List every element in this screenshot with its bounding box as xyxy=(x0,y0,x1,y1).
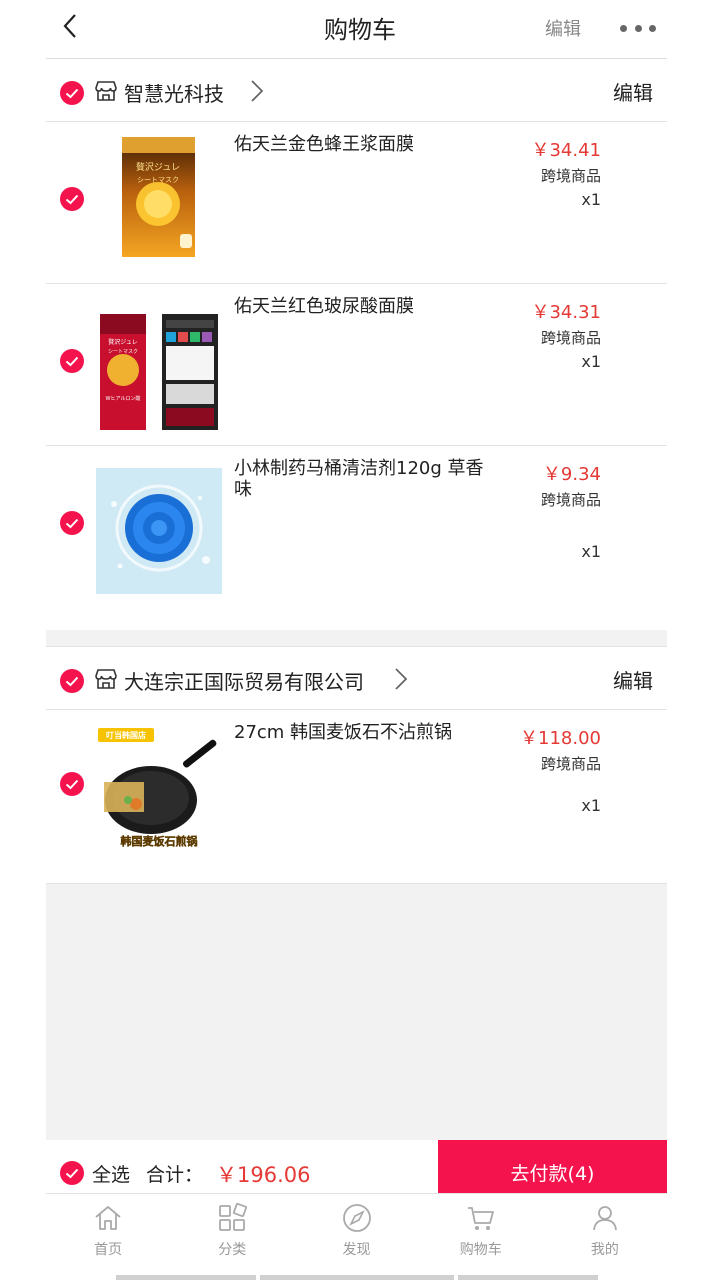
tab-category[interactable]: 分类 xyxy=(170,1194,294,1261)
home-indicator xyxy=(116,1275,256,1280)
checkmark-icon xyxy=(65,1168,79,1178)
store-badge-text: 叮当韩国店 xyxy=(106,730,146,740)
product-image[interactable] xyxy=(96,468,222,594)
tab-label: 分类 xyxy=(218,1242,247,1258)
shop-name[interactable]: 智慧光科技 xyxy=(124,78,224,107)
tab-profile[interactable]: 我的 xyxy=(543,1194,667,1261)
item-price: ￥9.34 xyxy=(542,464,601,485)
store-icon xyxy=(95,81,117,101)
section-divider xyxy=(46,630,667,647)
checkmark-icon xyxy=(65,88,79,98)
total-label: 合计： xyxy=(146,1164,204,1186)
select-all-checkbox[interactable] xyxy=(60,1161,84,1185)
item-tag: 跨境商品 xyxy=(540,167,601,185)
item-title[interactable]: 佑天兰红色玻尿酸面膜 xyxy=(234,296,484,317)
tab-cart[interactable]: 购物车 xyxy=(419,1194,543,1261)
cart-item[interactable]: 贅沢ジュレ シートマスク 佑天兰金色蜂王浆面膜 ￥34.41 跨境商品 x1 xyxy=(46,122,667,284)
shop-edit-button[interactable]: 编辑 xyxy=(613,665,653,694)
item-price: ￥118.00 xyxy=(520,728,601,749)
item-price: ￥34.41 xyxy=(531,140,601,161)
item-tag: 跨境商品 xyxy=(540,491,601,509)
cart-item[interactable]: 贅沢ジュレ シートマスク Wヒアルロン酸 佑天兰红色玻尿酸面膜 ￥34.31 跨… xyxy=(46,284,667,446)
store-icon xyxy=(95,669,117,689)
page-title: 购物车 xyxy=(324,16,396,44)
item-quantity: x1 xyxy=(581,352,601,371)
tab-label: 首页 xyxy=(94,1242,123,1258)
checkmark-icon xyxy=(65,518,79,528)
tab-discover[interactable]: 发现 xyxy=(294,1194,418,1261)
item-checkbox[interactable] xyxy=(60,772,84,796)
home-indicator xyxy=(260,1275,454,1280)
chevron-right-icon[interactable] xyxy=(248,78,266,104)
chevron-right-icon[interactable] xyxy=(392,666,410,692)
shop-header: 大连宗正国际贸易有限公司 编辑 xyxy=(46,647,667,710)
product-box-text: 贅沢ジュレ xyxy=(136,161,180,173)
cart-item[interactable]: 叮当韩国店 韩国麦饭石煎锅 27cm 韩国麦饭石不沾煎锅 ￥118.00 跨境商… xyxy=(46,710,667,884)
cart-icon xyxy=(467,1207,494,1230)
bottom-tab-bar: 首页 分类 发现 购物车 我的 xyxy=(46,1193,667,1261)
item-quantity: x1 xyxy=(581,542,601,561)
checkmark-icon xyxy=(65,356,79,366)
item-tag: 跨境商品 xyxy=(540,755,601,773)
item-title[interactable]: 佑天兰金色蜂王浆面膜 xyxy=(234,134,484,155)
shop-checkbox[interactable] xyxy=(60,669,84,693)
product-box-text: 贅沢ジュレ xyxy=(108,338,137,346)
compass-icon xyxy=(342,1204,371,1232)
shop-header: 智慧光科技 编辑 xyxy=(46,59,667,122)
shop-edit-button[interactable]: 编辑 xyxy=(613,77,653,106)
user-icon xyxy=(593,1206,617,1231)
product-image[interactable]: 贅沢ジュレ シートマスク xyxy=(96,134,222,260)
edit-cart-button[interactable]: 编辑 xyxy=(545,15,581,41)
checkmark-icon xyxy=(65,779,79,789)
tab-label: 我的 xyxy=(590,1242,619,1258)
item-price: ￥34.31 xyxy=(531,302,601,323)
item-checkbox[interactable] xyxy=(60,187,84,211)
tab-label: 发现 xyxy=(342,1242,371,1258)
item-quantity: x1 xyxy=(581,190,601,209)
shop-name[interactable]: 大连宗正国际贸易有限公司 xyxy=(124,666,364,695)
home-icon xyxy=(95,1206,121,1230)
item-title[interactable]: 小林制药马桶清洁剂120g 草香味 xyxy=(234,458,484,500)
item-quantity: x1 xyxy=(581,796,601,815)
category-icon xyxy=(219,1202,248,1231)
select-all-label[interactable]: 全选 xyxy=(92,1160,130,1187)
item-tag: 跨境商品 xyxy=(540,329,601,347)
product-box-text: シートマスク xyxy=(108,349,138,355)
product-box-text: Wヒアルロン酸 xyxy=(106,395,141,402)
shop-section: 大连宗正国际贸易有限公司 编辑 叮当韩国店 韩国麦饭石煎锅 27cm 韩国麦饭石 xyxy=(46,647,667,884)
product-caption-text: 韩国麦饭石煎锅 xyxy=(121,834,198,848)
product-image[interactable]: 叮当韩国店 韩国麦饭石煎锅 xyxy=(96,724,222,850)
shop-checkbox[interactable] xyxy=(60,81,84,105)
item-checkbox[interactable] xyxy=(60,511,84,535)
shop-section: 智慧光科技 编辑 贅沢ジュレ シートマスク 佑天兰金色蜂王浆面膜 ￥34.41 xyxy=(46,59,667,630)
item-checkbox[interactable] xyxy=(60,349,84,373)
navigation-bar: 购物车 编辑 xyxy=(0,0,720,56)
checkout-button[interactable]: 去付款(4) xyxy=(438,1140,667,1193)
checkout-bar: 全选 合计： ￥196.06 去付款(4) xyxy=(46,1140,667,1193)
checkmark-icon xyxy=(65,194,79,204)
product-image[interactable]: 贅沢ジュレ シートマスク Wヒアルロン酸 xyxy=(96,308,222,434)
home-indicator xyxy=(458,1275,598,1280)
tab-label: 购物车 xyxy=(459,1242,502,1258)
more-dots-icon xyxy=(620,24,627,32)
checkmark-icon xyxy=(65,676,79,686)
more-menu-button[interactable] xyxy=(620,18,656,38)
tab-home[interactable]: 首页 xyxy=(46,1194,170,1261)
cart-item[interactable]: 小林制药马桶清洁剂120g 草香味 ￥9.34 跨境商品 x1 xyxy=(46,446,667,630)
cart-content: 智慧光科技 编辑 贅沢ジュレ シートマスク 佑天兰金色蜂王浆面膜 ￥34.41 xyxy=(46,58,667,1140)
total-amount: ￥196.06 xyxy=(216,1163,311,1187)
item-title[interactable]: 27cm 韩国麦饭石不沾煎锅 xyxy=(234,722,484,743)
product-box-text: シートマスク xyxy=(137,176,179,184)
